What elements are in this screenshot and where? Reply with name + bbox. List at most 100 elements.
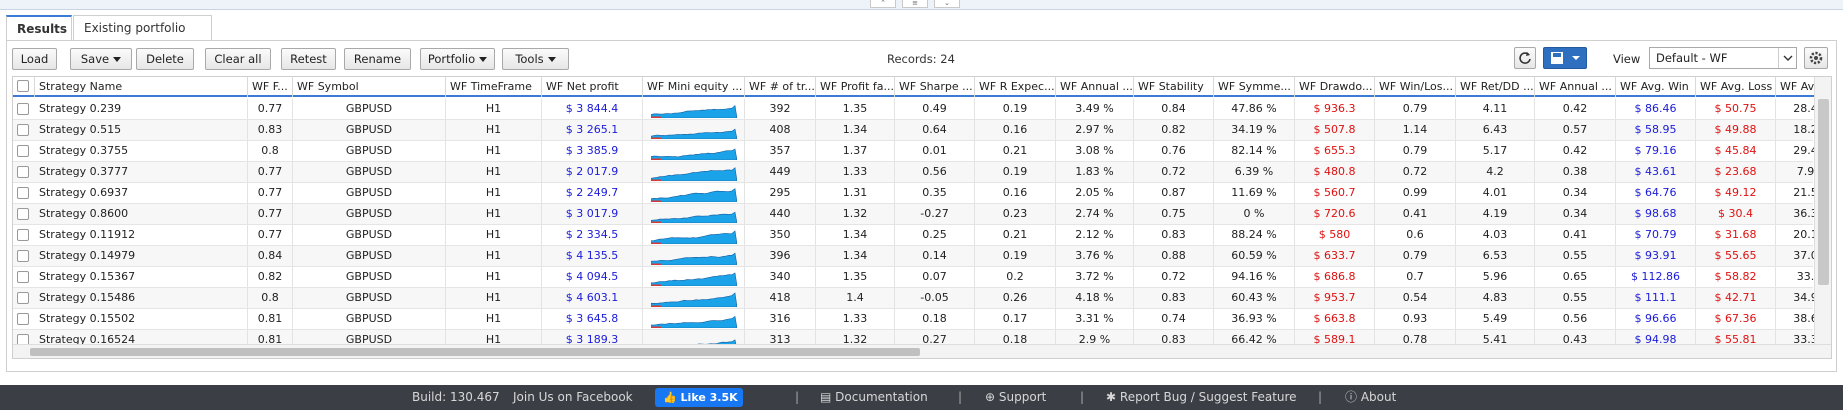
column-header[interactable]: WF Mini equity ... — [643, 77, 745, 97]
column-header[interactable]: WF Stability — [1134, 77, 1214, 97]
report-bug-link[interactable]: ✱ Report Bug / Suggest Feature — [1106, 385, 1297, 410]
column-header[interactable]: WF Annual ... — [1056, 77, 1134, 97]
row-checkbox[interactable] — [17, 145, 29, 157]
drawdown-segment — [650, 221, 661, 223]
documentation-link[interactable]: ▤ Documentation — [820, 385, 928, 410]
column-header[interactable]: WF Ret/DD ... — [1456, 77, 1535, 97]
table-cell: 1.83 % — [1056, 162, 1134, 182]
tab-results[interactable]: Results — [6, 15, 72, 41]
top-splitter-bar: ⌃ ≡ ⌄ — [0, 0, 1843, 10]
refresh-button[interactable] — [1514, 47, 1536, 69]
row-checkbox[interactable] — [17, 229, 29, 241]
drag-handle-icon[interactable]: ≡ — [902, 0, 928, 8]
settings-button[interactable] — [1804, 47, 1828, 69]
table-cell: GBPUSD — [293, 141, 446, 161]
column-header[interactable]: WF Sharpe ... — [895, 77, 975, 97]
row-checkbox[interactable] — [17, 166, 29, 178]
save-button[interactable]: Save — [70, 48, 132, 70]
table-cell: 0.87 — [1134, 183, 1214, 203]
row-checkbox[interactable] — [17, 250, 29, 262]
separator: | — [958, 390, 963, 404]
column-header[interactable]: WF Avg. Win — [1616, 77, 1696, 97]
export-button[interactable] — [1543, 47, 1587, 69]
column-header[interactable]: WF Net profit — [542, 77, 643, 97]
row-checkbox[interactable] — [17, 271, 29, 283]
equity-sparkline — [650, 230, 737, 245]
collapse-up-icon[interactable]: ⌃ — [870, 0, 896, 8]
select-all-checkbox[interactable] — [17, 80, 29, 92]
tab-existing-portfolio[interactable]: Existing portfolio? — [73, 15, 212, 60]
clear-all-label: Clear all — [214, 52, 262, 66]
table-cell: 60.59 % — [1214, 246, 1295, 266]
table-cell: $ 64.76 — [1616, 183, 1696, 203]
table-row[interactable]: Strategy 0.14979 0.84 GBPUSD H1 $ 4 135.5 396… — [13, 246, 1818, 267]
table-row[interactable]: Strategy 0.3755 0.8 GBPUSD H1 $ 3 385.9 357 1.… — [13, 141, 1818, 162]
view-select[interactable]: Default - WF — [1649, 47, 1797, 69]
facebook-link[interactable]: Join Us on Facebook — [513, 385, 633, 410]
column-header[interactable]: WF Win/Los... — [1375, 77, 1456, 97]
equity-area — [650, 292, 737, 308]
vertical-scrollbar[interactable] — [1814, 77, 1831, 358]
mini-equity-chart — [643, 288, 745, 308]
column-header[interactable]: WF R Expec... — [975, 77, 1056, 97]
table-cell: 1.35 — [816, 99, 895, 119]
column-header[interactable]: WF Avg. Loss — [1696, 77, 1776, 97]
table-cell: 0.01 — [895, 141, 975, 161]
mini-equity-chart — [643, 267, 745, 287]
tools-label: Tools — [515, 52, 544, 66]
table-row[interactable]: Strategy 0.15486 0.8 GBPUSD H1 $ 4 603.1 418 1… — [13, 288, 1818, 309]
table-cell: GBPUSD — [293, 120, 446, 140]
row-checkbox[interactable] — [17, 313, 29, 325]
column-header[interactable]: WF Symme... — [1214, 77, 1295, 97]
table-cell: 0.25 — [895, 225, 975, 245]
clear-all-button[interactable]: Clear all — [205, 48, 271, 70]
delete-button[interactable]: Delete — [136, 48, 194, 70]
facebook-like-button[interactable]: 👍 Like 3.5K — [655, 388, 743, 407]
table-row[interactable]: Strategy 0.8600 0.77 GBPUSD H1 $ 3 017.9 440 1… — [13, 204, 1818, 225]
column-header[interactable]: WF Annual ... — [1535, 77, 1616, 97]
column-header[interactable]: WF TimeFrame — [446, 77, 542, 97]
table-cell: $ 720.6 — [1295, 204, 1375, 224]
drawdown-segment — [650, 242, 661, 244]
table-row[interactable]: Strategy 0.239 0.77 GBPUSD H1 $ 3 844.4 392 1.… — [13, 99, 1818, 120]
horizontal-scrollbar[interactable] — [13, 344, 1831, 358]
collapse-down-icon[interactable]: ⌄ — [934, 0, 960, 8]
row-checkbox[interactable] — [17, 124, 29, 136]
row-checkbox[interactable] — [17, 208, 29, 220]
column-header[interactable]: Strategy Name — [35, 77, 248, 97]
vertical-scroll-thumb[interactable] — [1818, 99, 1829, 285]
table-cell: 36.93 % — [1214, 309, 1295, 329]
table-cell: $ 58.82 — [1696, 267, 1776, 287]
row-checkbox[interactable] — [17, 103, 29, 115]
column-header[interactable]: WF Profit fa... — [816, 77, 895, 97]
table-cell: -0.05 — [895, 288, 975, 308]
build-version: Build: 130.467 — [412, 390, 500, 404]
table-row[interactable]: Strategy 0.3777 0.77 GBPUSD H1 $ 2 017.9 449 1… — [13, 162, 1814, 183]
retest-button[interactable]: Retest — [281, 48, 336, 70]
table-cell: $ 45.84 — [1696, 141, 1776, 161]
horizontal-scroll-thumb[interactable] — [30, 348, 920, 356]
drawdown-segment — [650, 179, 661, 181]
row-checkbox[interactable] — [17, 187, 29, 199]
table-row[interactable]: Strategy 0.6937 0.77 GBPUSD H1 $ 2 249.7 295 1… — [13, 183, 1818, 204]
table-row[interactable]: Strategy 0.515 0.83 GBPUSD H1 $ 3 265.1 408 1.… — [13, 120, 1818, 141]
column-header[interactable]: WF Symbol — [293, 77, 446, 97]
table-row[interactable]: Strategy 0.15502 0.81 GBPUSD H1 $ 3 645.8 316… — [13, 309, 1818, 330]
column-header[interactable]: WF Drawdo... — [1295, 77, 1375, 97]
about-link[interactable]: ⓘ About — [1345, 385, 1396, 410]
table-row[interactable]: Strategy 0.15367 0.82 GBPUSD H1 $ 4 094.5 340… — [13, 267, 1814, 288]
table-row[interactable]: Strategy 0.11912 0.77 GBPUSD H1 $ 2 334.5 350… — [13, 225, 1818, 246]
column-header[interactable]: WF # of tr... — [745, 77, 816, 97]
row-checkbox[interactable] — [17, 292, 29, 304]
rename-button[interactable]: Rename — [344, 48, 411, 70]
table-cell: $ 663.8 — [1295, 309, 1375, 329]
mini-equity-chart — [643, 246, 745, 266]
load-button[interactable]: Load — [12, 48, 57, 70]
column-header[interactable]: WF F... — [248, 77, 293, 97]
support-link[interactable]: ⊕ Support — [985, 385, 1046, 410]
tools-dropdown-button[interactable]: Tools — [502, 48, 569, 70]
table-cell: 0.26 — [975, 288, 1056, 308]
portfolio-dropdown-button[interactable]: Portfolio — [420, 48, 495, 70]
table-cell: 0.83 — [1134, 288, 1214, 308]
table-cell: 0.82 — [1134, 120, 1214, 140]
